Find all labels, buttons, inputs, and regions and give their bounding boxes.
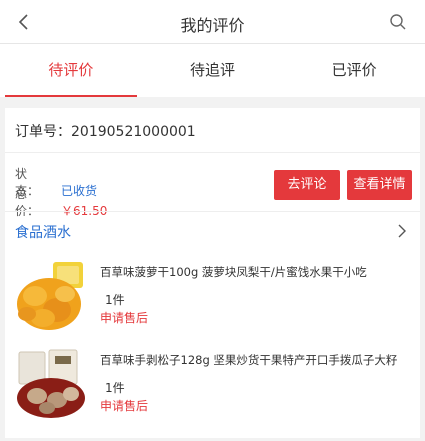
category-title: 食品酒水 [15, 225, 71, 241]
list-item[interactable]: 百草味手剥松子128g 坚果炒货干果特产开口手拨瓜子大籽 1件 申请售后 [13, 346, 418, 436]
order-number: 订单号：20190521000001 [15, 124, 196, 140]
order-card: 订单号：20190521000001 状 态： 已收货 总 价： ￥61.50 去评… [5, 108, 420, 438]
divider [5, 211, 420, 212]
view-details-button[interactable]: 查看详情 [347, 170, 412, 200]
page-title: 我的评价 [180, 16, 245, 35]
after-sales-link[interactable]: 申请售后 [100, 309, 148, 326]
product-image-dried-pineapple [13, 258, 91, 336]
product-image-pine-nuts [13, 346, 91, 424]
tab-reviewed[interactable]: 已评价 [283, 44, 425, 97]
product-quantity: 1件 [105, 381, 125, 395]
divider [5, 152, 420, 153]
price-label: 总 价： [15, 187, 40, 218]
app-header: 我的评价 [0, 0, 425, 44]
tab-pending-followup[interactable]: 待追评 [142, 44, 284, 97]
after-sales-link[interactable]: 申请售后 [100, 397, 148, 414]
list-item[interactable]: 百草味菠萝干100g 菠萝块凤梨干/片蜜饯水果干小吃 1件 申请售后 [13, 258, 418, 348]
search-icon[interactable] [389, 13, 407, 31]
order-price-row: 总 价： ￥61.50 [15, 185, 107, 219]
tab-pending-review[interactable]: 待评价 [0, 44, 142, 97]
product-title: 百草味手剥松子128g 坚果炒货干果特产开口手拨瓜子大籽 [100, 353, 398, 367]
product-quantity: 1件 [105, 293, 125, 307]
chevron-right-icon[interactable] [396, 224, 408, 238]
product-title: 百草味菠萝干100g 菠萝块凤梨干/片蜜饯水果干小吃 [100, 265, 367, 279]
review-tabs: 待评价 待追评 已评价 [0, 44, 425, 97]
review-button[interactable]: 去评论 [274, 170, 340, 200]
